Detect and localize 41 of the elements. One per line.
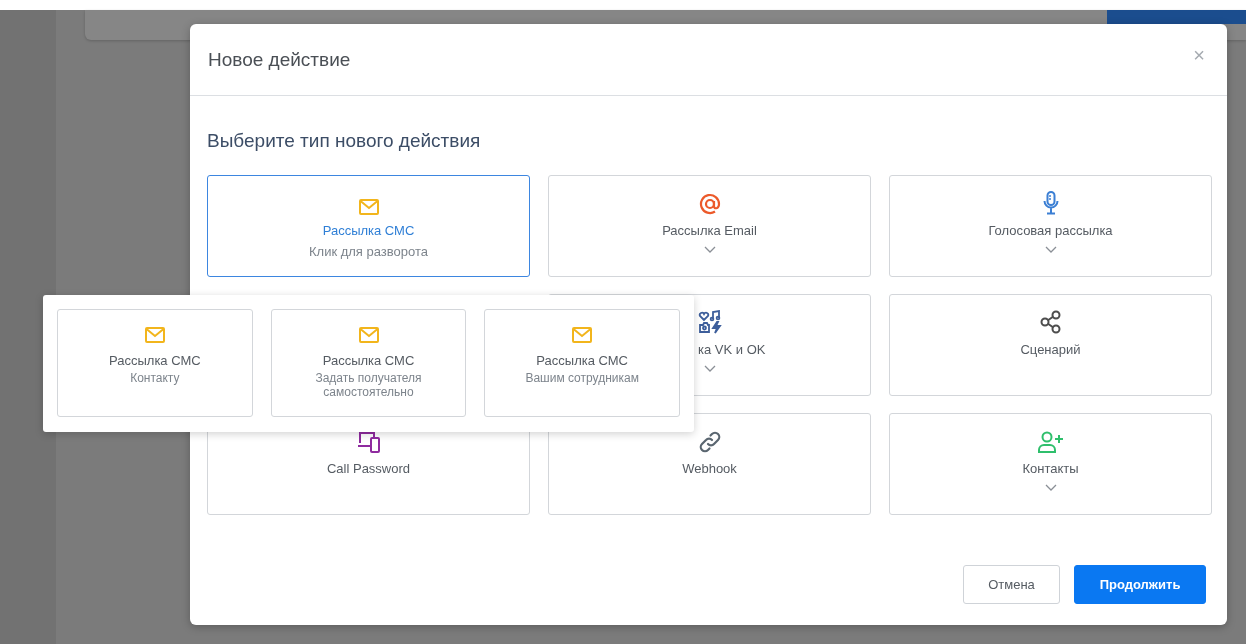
action-card[interactable]: Рассылка Email xyxy=(548,175,871,277)
action-label: Голосовая рассылка xyxy=(988,223,1113,238)
action-card[interactable]: Webhook xyxy=(548,413,871,515)
chevron-down-icon xyxy=(703,246,716,253)
at-sign-icon xyxy=(698,193,721,215)
link-icon xyxy=(698,431,721,453)
social-apps-icon xyxy=(697,310,722,334)
share-icon xyxy=(1039,310,1062,334)
action-label: Рассылка СМС xyxy=(322,223,415,238)
action-label: Call Password xyxy=(326,461,411,476)
action-hint: Клик для разворота xyxy=(309,244,428,259)
laptop-phone-icon xyxy=(356,431,381,453)
submenu-option[interactable]: Рассылка СМС Контакту xyxy=(57,309,253,417)
submenu-option[interactable]: Рассылка СМС Вашим сотрудникам xyxy=(484,309,680,417)
action-card[interactable]: Рассылка СМС Клик для разворота xyxy=(207,175,530,277)
envelope-icon xyxy=(358,199,379,215)
option-subtitle: Задать получателя самостоятельно xyxy=(314,371,423,399)
envelope-icon xyxy=(144,327,165,343)
cancel-button[interactable]: Отмена xyxy=(963,565,1060,604)
option-title: Рассылка СМС xyxy=(322,353,415,368)
option-title: Рассылка СМС xyxy=(109,353,201,368)
chevron-down-icon xyxy=(1044,484,1057,491)
option-subtitle: Контакту xyxy=(129,371,181,385)
action-label: ка VK и OK xyxy=(698,342,766,357)
action-label: Рассылка Email xyxy=(662,223,757,238)
action-label: Сценарий xyxy=(1020,342,1081,357)
section-heading: Выберите тип нового действия xyxy=(207,130,482,152)
action-card[interactable]: Голосовая рассылка xyxy=(889,175,1212,277)
add-person-icon xyxy=(1037,431,1064,453)
submenu-option[interactable]: Рассылка СМС Задать получателя самостоятельно xyxy=(270,309,467,417)
microphone-icon xyxy=(1042,191,1059,215)
action-card[interactable]: Контакты xyxy=(889,413,1212,515)
action-card[interactable]: Сценарий xyxy=(889,294,1212,396)
action-label: Webhook xyxy=(682,461,737,476)
action-label: Контакты xyxy=(1022,461,1079,476)
continue-button[interactable]: Продолжить xyxy=(1074,565,1206,604)
chevron-down-icon xyxy=(1044,246,1057,253)
chevron-down-icon xyxy=(703,365,716,372)
dialog-title: Новое действие xyxy=(208,48,351,71)
envelope-icon xyxy=(358,327,379,343)
envelope-icon xyxy=(572,327,593,343)
